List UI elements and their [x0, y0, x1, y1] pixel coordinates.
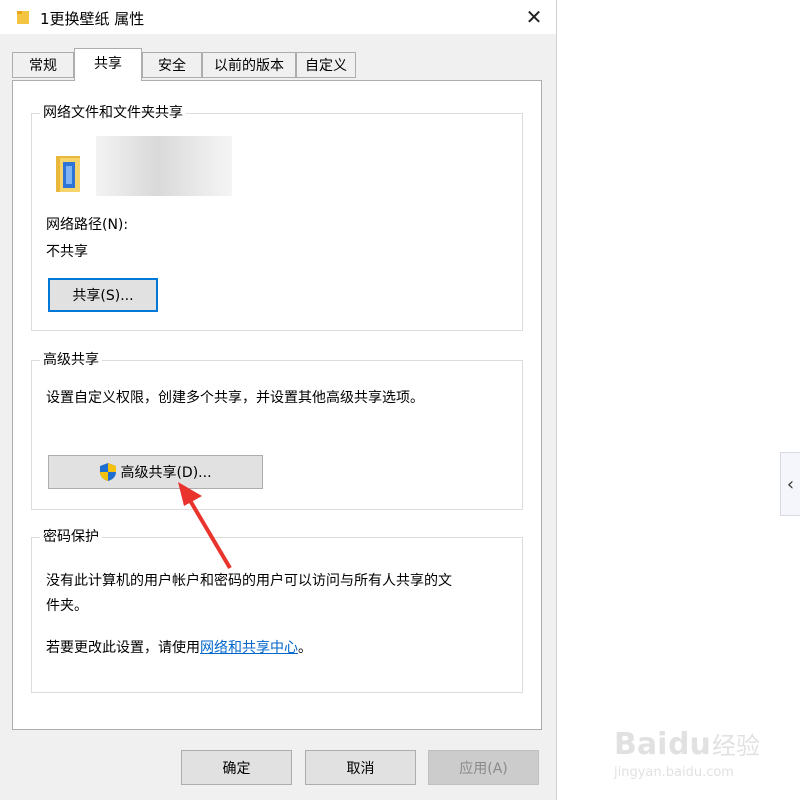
annotation-arrow	[178, 482, 232, 570]
svg-text:du: du	[668, 727, 711, 762]
baidu-watermark: Bai du 经验 jingyan.baidu.com	[613, 727, 760, 780]
svg-text:Bai: Bai	[614, 727, 667, 762]
tab-sharing[interactable]: 共享	[74, 48, 142, 81]
chevron-left-icon: ‹	[786, 473, 795, 495]
svg-text:经验: 经验	[712, 732, 760, 760]
svg-text:jingyan.baidu.com: jingyan.baidu.com	[613, 765, 734, 780]
side-collapse-handle[interactable]: ‹	[780, 452, 800, 516]
